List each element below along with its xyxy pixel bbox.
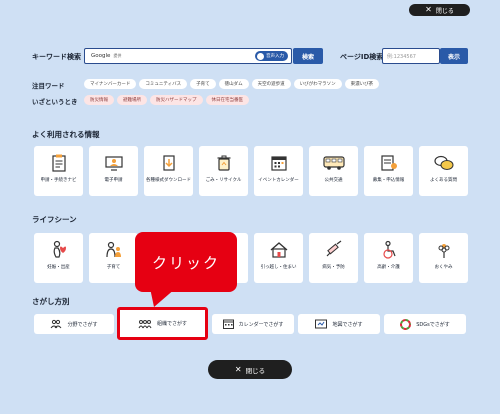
tag-holiday-doctor[interactable]: 休日在宅当番医 xyxy=(205,95,249,105)
clipboard-icon xyxy=(48,152,70,174)
search-by-sdgs[interactable]: SDGsでさがす xyxy=(384,314,466,334)
frequent-card-event-calendar[interactable]: イベントカレンダー xyxy=(254,146,303,196)
frequent-card-public-transport[interactable]: 公共交通 xyxy=(309,146,358,196)
flower-icon xyxy=(433,239,455,261)
callout-pointer xyxy=(150,288,176,307)
attention-tags: マイナンバーカード コミュニティバス 子育て 徳山ダム 天空の遊歩道 いびがわマ… xyxy=(84,79,380,89)
map-icon xyxy=(315,319,328,329)
tag-my-number[interactable]: マイナンバーカード xyxy=(84,79,137,89)
click-callout: クリック xyxy=(135,232,237,292)
life-card-pregnancy[interactable]: 妊娠・出産 xyxy=(34,233,83,283)
search-by-calendar[interactable]: カレンダーでさがす xyxy=(212,314,294,334)
syringe-icon xyxy=(323,239,345,261)
application-form-icon xyxy=(378,152,400,174)
frequent-title: よく利用される情報 xyxy=(32,130,100,139)
page-id-input[interactable]: 例:1234567 xyxy=(382,48,440,64)
tag-tokuyama-dam[interactable]: 徳山ダム xyxy=(218,79,249,89)
bus-icon xyxy=(322,152,345,174)
keyword-search-input[interactable]: Google 提供 音声入力 xyxy=(84,48,292,64)
frequent-grid: 申請・手続きナビ 電子申請 各種様式ダウンロード ごみ・リサイクル イベントカレ… xyxy=(34,146,468,196)
search-by-map[interactable]: 地図でさがす xyxy=(298,314,380,334)
calendar-icon xyxy=(222,319,234,329)
life-scene-title: ライフシーン xyxy=(32,215,77,224)
people-icon xyxy=(51,319,62,329)
life-card-illness[interactable]: 病気・予防 xyxy=(309,233,358,283)
search-by-organization[interactable]: 組織でさがす xyxy=(117,307,208,340)
tag-evacuation[interactable]: 避難場所 xyxy=(117,95,147,105)
voice-input-button[interactable]: 音声入力 xyxy=(255,51,288,61)
tag-hazard-map[interactable]: 防災ハザードマップ xyxy=(150,95,203,105)
pregnancy-icon xyxy=(48,239,70,261)
document-download-icon xyxy=(158,152,180,174)
life-card-condolences[interactable]: おくやみ xyxy=(419,233,468,283)
trash-icon xyxy=(213,152,235,174)
keyword-search-button[interactable]: 検索 xyxy=(293,48,323,64)
speech-bubbles-icon xyxy=(433,152,455,174)
life-card-parenting[interactable]: 子育て xyxy=(89,233,138,283)
frequent-card-recruitment[interactable]: 募集・申込情報 xyxy=(364,146,413,196)
frequent-card-garbage[interactable]: ごみ・リサイクル xyxy=(199,146,248,196)
frequent-card-e-application[interactable]: 電子申請 xyxy=(89,146,138,196)
tag-child-rearing[interactable]: 子育て xyxy=(190,79,216,89)
search-placeholder-suffix: 提供 xyxy=(113,53,122,58)
tag-marathon[interactable]: いびがわマラソン xyxy=(293,79,342,89)
emergency-tags: 防災情報 避難場所 防災ハザードマップ 休日在宅当番医 xyxy=(84,95,249,105)
frequent-card-faq[interactable]: よくある質問 xyxy=(419,146,468,196)
computer-user-icon xyxy=(103,152,125,174)
search-placeholder-brand: Google xyxy=(91,53,111,59)
close-button-top[interactable]: ✕ 閉じる xyxy=(409,4,470,16)
attention-words-label: 注目ワード xyxy=(32,82,65,90)
frequent-card-procedure[interactable]: 申請・手続きナビ xyxy=(34,146,83,196)
tag-community-bus[interactable]: コミュニティバス xyxy=(139,79,188,89)
emergency-label: いざというとき xyxy=(32,98,78,106)
search-by-title: さがし方別 xyxy=(32,297,70,306)
house-icon xyxy=(268,239,290,261)
wheelchair-icon xyxy=(378,239,400,261)
page-id-label: ページID検索 xyxy=(340,53,384,61)
microphone-icon xyxy=(257,52,264,60)
tag-tea[interactable]: 東濃いび茶 xyxy=(344,79,380,89)
sdgs-wheel-icon xyxy=(400,318,412,330)
organization-icon xyxy=(138,319,152,328)
life-card-moving[interactable]: 引っ越し・住まい xyxy=(254,233,303,283)
calendar-icon xyxy=(268,152,290,174)
search-by-field[interactable]: 分野でさがす xyxy=(34,314,114,334)
life-card-elderly-care[interactable]: 高齢・介護 xyxy=(364,233,413,283)
close-icon: ✕ xyxy=(234,364,242,374)
life-scene-grid: 妊娠・出産 子育て 引っ越し・住まい 病気・予防 高齢・介護 おくやみ xyxy=(34,233,468,283)
page-id-display-button[interactable]: 表示 xyxy=(440,48,468,64)
close-icon: ✕ xyxy=(425,5,432,14)
tag-disaster-info[interactable]: 防災情報 xyxy=(84,95,114,105)
parenting-icon xyxy=(103,239,125,261)
close-button-bottom[interactable]: ✕ 閉じる xyxy=(208,360,292,379)
tag-sky-walk[interactable]: 天空の遊歩道 xyxy=(251,79,291,89)
keyword-search-label: キーワード検索 xyxy=(32,53,81,61)
frequent-card-download[interactable]: 各種様式ダウンロード xyxy=(144,146,193,196)
